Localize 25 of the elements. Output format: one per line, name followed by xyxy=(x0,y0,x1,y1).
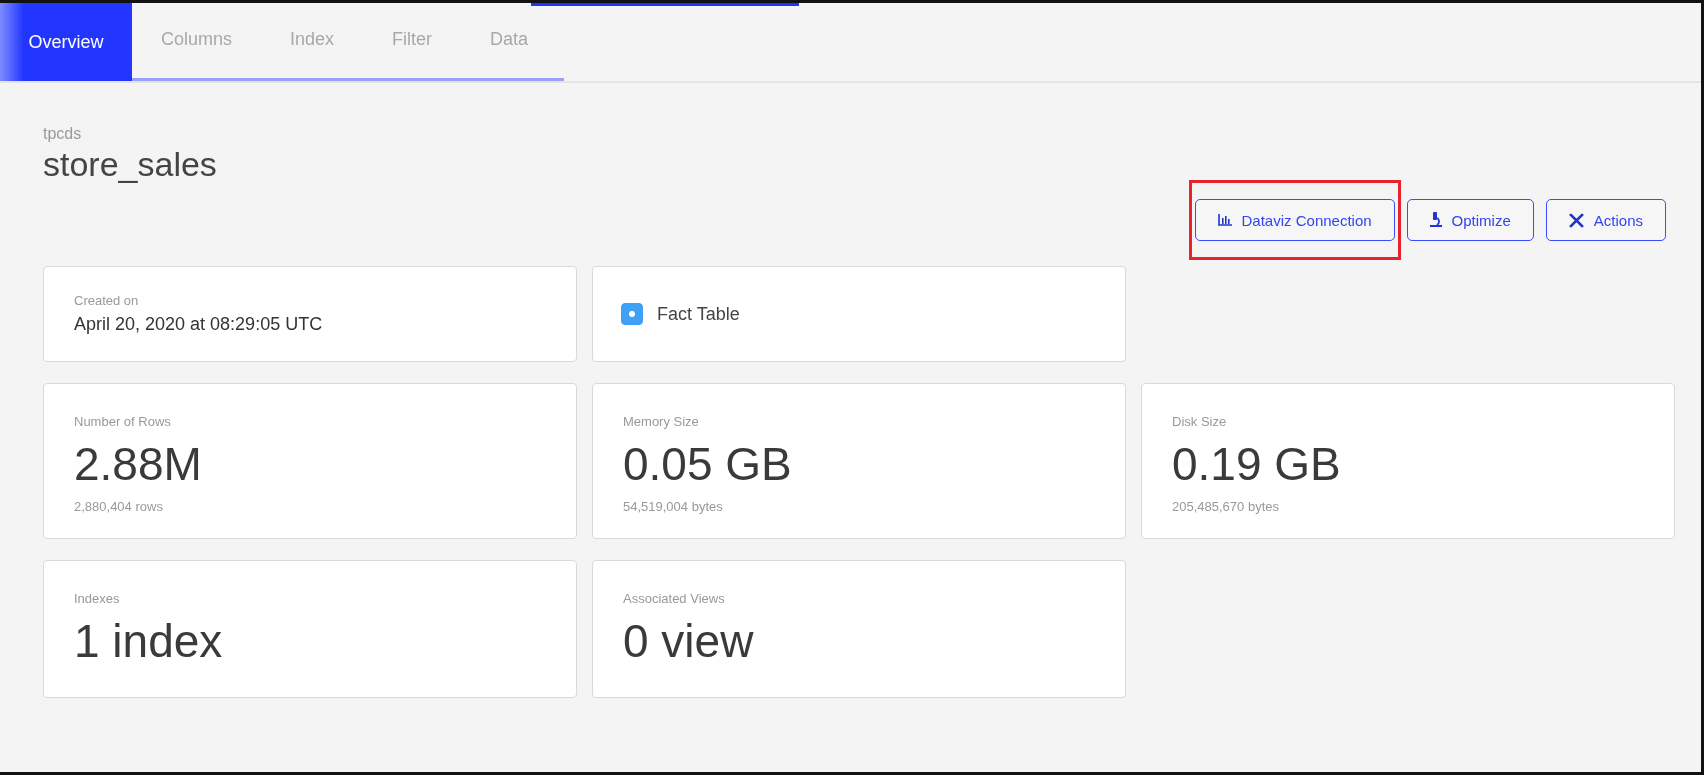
metric-detail: 54,519,004 bytes xyxy=(623,499,724,514)
card-label: Number of Rows xyxy=(74,414,172,429)
card-label: Associated Views xyxy=(623,591,726,606)
schema-name: tpcds xyxy=(43,125,83,143)
metric-value: 2.88M xyxy=(74,437,203,491)
card-label: Created on xyxy=(74,293,140,308)
bar-chart-icon xyxy=(1217,214,1232,226)
tab[interactable]: Overview xyxy=(0,3,132,81)
action-button[interactable]: Dataviz Connection xyxy=(1194,199,1395,241)
card-label: Memory Size xyxy=(623,414,700,429)
metric-value: 0 view xyxy=(623,614,755,668)
microscope-icon xyxy=(1429,212,1442,228)
metric-value: 1 index xyxy=(74,614,224,668)
action-button[interactable]: Optimize xyxy=(1406,199,1534,241)
table-name: store_sales xyxy=(43,145,218,184)
metric-value: 0.05 GB xyxy=(623,437,793,491)
checkbox-label: Fact Table xyxy=(657,303,740,325)
action-button[interactable]: Actions xyxy=(1545,199,1666,241)
metric-detail: 2,880,404 rows xyxy=(74,499,164,514)
metric-detail: 205,485,670 bytes xyxy=(1172,499,1280,514)
card-value: April 20, 2020 at 08:29:05 UTC xyxy=(74,314,324,335)
card-label: Disk Size xyxy=(1172,414,1228,429)
metric-value: 0.19 GB xyxy=(1172,437,1342,491)
checkbox[interactable] xyxy=(621,303,643,325)
card-label: Indexes xyxy=(74,591,121,606)
